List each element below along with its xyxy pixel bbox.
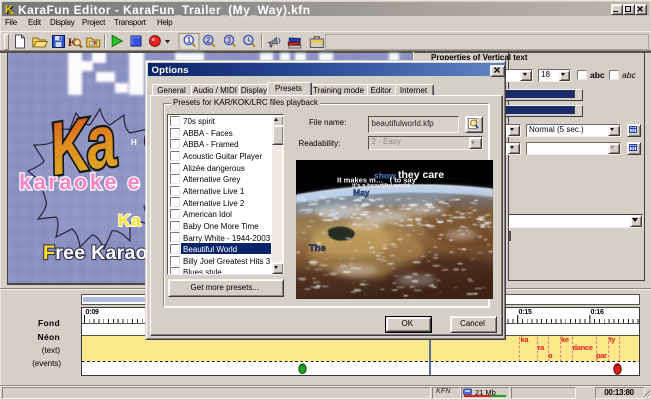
svg-text:Free Karao: Free Karao	[43, 242, 148, 264]
svg-text:2: 2	[206, 36, 211, 45]
svg-text:The: The	[309, 243, 326, 254]
svg-text:karaoke e: karaoke e	[19, 170, 142, 195]
svg-text:3: 3	[227, 36, 232, 45]
svg-text:Ka: Ka	[118, 211, 142, 230]
svg-text:1: 1	[187, 36, 192, 45]
svg-text:Asiy: Asiy	[331, 209, 349, 219]
svg-text:May: May	[353, 188, 370, 198]
